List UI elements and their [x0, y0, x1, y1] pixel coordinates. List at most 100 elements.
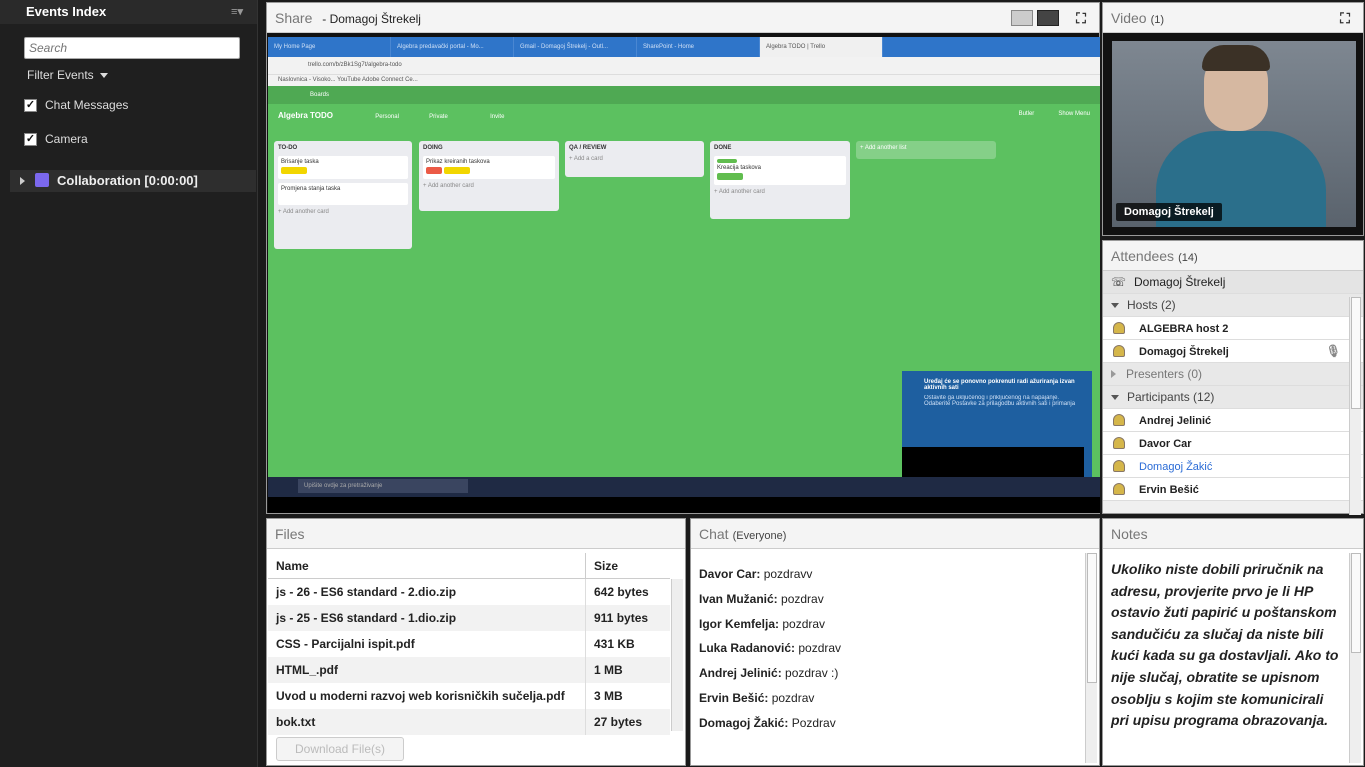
- participant-icon: [1113, 460, 1125, 472]
- notes-text[interactable]: Ukoliko niste dobili priručnik na adresu…: [1111, 559, 1339, 732]
- checkbox-checked-icon[interactable]: ✓: [24, 133, 37, 147]
- list-title: TO-DO: [278, 145, 298, 151]
- file-size: 642 bytes: [594, 585, 649, 599]
- attendee-name: Domagoj Štrekelj: [1139, 346, 1229, 358]
- attendee-row[interactable]: ALGEBRA host 2: [1103, 317, 1363, 340]
- webcam-name-tag: Domagoj Štrekelj: [1116, 203, 1222, 221]
- layout-toggle-icon[interactable]: [1011, 10, 1033, 26]
- column-size[interactable]: Size: [586, 559, 618, 573]
- attendees-scrollbar[interactable]: [1349, 297, 1361, 515]
- search-input[interactable]: [24, 37, 240, 59]
- chat-text: pozdrav: [779, 616, 826, 631]
- scrollbar-thumb[interactable]: [1351, 297, 1361, 409]
- checkbox-checked-icon[interactable]: ✓: [24, 99, 37, 113]
- attendee-row[interactable]: Domagoj Štrekelj 🎙: [1103, 340, 1363, 363]
- events-index-panel: Events Index ≡▾ Filter Events ✓ Chat Mess…: [0, 0, 258, 767]
- file-size: 431 KB: [594, 637, 635, 651]
- layout-toggle-active-icon[interactable]: [1037, 10, 1059, 26]
- me-row[interactable]: ☏ Domagoj Štrekelj: [1103, 271, 1363, 294]
- fullscreen-icon[interactable]: ⛶: [1073, 10, 1089, 26]
- chat-scope[interactable]: (Everyone): [733, 530, 787, 542]
- attendees-header: Attendees (14): [1103, 241, 1363, 271]
- collaboration-event-item[interactable]: Collaboration [0:00:00]: [10, 170, 256, 192]
- taskbar-search: Upišite ovdje za pretraživanje: [298, 479, 468, 493]
- trello-card: Brisanje taska: [278, 156, 408, 179]
- hosts-group[interactable]: Hosts (2): [1103, 294, 1363, 317]
- filter-camera[interactable]: ✓ Camera: [24, 132, 88, 147]
- card-title: Prikaz kreiranih taskova: [426, 159, 490, 165]
- trello-top-bar: Boards: [268, 86, 1100, 104]
- panel-menu-icon[interactable]: ≡▾: [231, 5, 243, 18]
- file-row[interactable]: bok.txt 27 bytes: [268, 709, 670, 735]
- attendee-row[interactable]: Domagoj Žakić: [1103, 455, 1363, 478]
- scrollbar-thumb[interactable]: [1351, 553, 1361, 653]
- board-button: Invite: [490, 114, 505, 120]
- expand-arrow-icon[interactable]: [20, 177, 25, 185]
- download-files-button[interactable]: Download File(s): [276, 737, 404, 761]
- file-size: 3 MB: [594, 689, 623, 703]
- chat-scrollbar[interactable]: [1085, 553, 1097, 763]
- update-notification: Uređaj će se ponovno pokrenuti radi ažur…: [902, 371, 1092, 479]
- participant-icon: [1113, 437, 1125, 449]
- file-name: js - 26 - ES6 standard - 2.dio.zip: [268, 579, 586, 605]
- presenters-group[interactable]: Presenters (0): [1103, 363, 1363, 386]
- trello-list: DOING Prikaz kreiranih taskova + Add ano…: [419, 141, 559, 211]
- chat-message: Igor Kemfelja: pozdrav: [699, 617, 841, 642]
- file-row[interactable]: CSS - Parcijalni ispit.pdf 431 KB: [268, 631, 670, 657]
- card-label: [281, 167, 307, 174]
- presenters-label: Presenters (0): [1126, 367, 1203, 381]
- attendee-name: Davor Car: [1139, 438, 1192, 450]
- trello-card: Promjena stanja taska: [278, 183, 408, 205]
- file-row[interactable]: js - 26 - ES6 standard - 2.dio.zip 642 by…: [268, 579, 670, 605]
- share-header: Share - Domagoj Štrekelj ⛶: [267, 3, 1099, 33]
- webcam-feed: Domagoj Štrekelj: [1112, 41, 1356, 227]
- file-size: 911 bytes: [594, 611, 649, 625]
- browser-tabs: My Home Page Algebra predavački portal -…: [268, 37, 1100, 57]
- windows-taskbar: Upišite ovdje za pretraživanje: [268, 477, 1100, 497]
- file-size: 1 MB: [594, 663, 623, 677]
- attendees-title: Attendees: [1111, 248, 1175, 264]
- fullscreen-icon[interactable]: ⛶: [1337, 10, 1353, 26]
- card-label: [443, 167, 470, 174]
- trello-boards-label: Boards: [310, 92, 330, 98]
- attendee-row[interactable]: Ervin Bešić: [1103, 478, 1363, 501]
- scrollbar-thumb[interactable]: [1087, 553, 1097, 683]
- card-label: [426, 167, 442, 174]
- filter-chat-messages[interactable]: ✓ Chat Messages: [24, 98, 128, 113]
- video-header: Video (1) ⛶: [1103, 3, 1363, 33]
- chat-sender: Domagoj Žakić:: [699, 715, 789, 730]
- trello-card: Kreacija taskova: [714, 156, 846, 185]
- files-scrollbar[interactable]: [671, 579, 683, 731]
- expand-arrow-icon[interactable]: [1111, 370, 1116, 378]
- filter-events-dropdown[interactable]: Filter Events: [27, 68, 108, 82]
- host-icon: [1113, 322, 1125, 334]
- file-row[interactable]: HTML_.pdf 1 MB: [268, 657, 670, 683]
- browser-url-bar: trello.com/b/zBk1Sg7t/algebra-todo: [268, 57, 1100, 74]
- host-icon: [1113, 345, 1125, 357]
- attendee-row[interactable]: Andrej Jelinić: [1103, 409, 1363, 432]
- chat-pod: Chat (Everyone) Davor Car: pozdravv Ivan …: [690, 518, 1100, 766]
- microphone-icon: 🎙: [1325, 344, 1341, 358]
- browser-bookmarks-bar: Naslovnica - Visoko... YouTube Adobe Con…: [268, 74, 1100, 86]
- card-title: Kreacija taskova: [717, 165, 762, 171]
- filter-label: Camera: [45, 132, 88, 146]
- attendee-row[interactable]: Davor Car: [1103, 432, 1363, 455]
- participant-icon: [1113, 414, 1125, 426]
- card-title: Brisanje taska: [281, 159, 319, 165]
- participants-group[interactable]: Participants (12): [1103, 386, 1363, 409]
- notes-scrollbar[interactable]: [1349, 553, 1361, 763]
- share-pod: Share - Domagoj Štrekelj ⛶ My Home Page …: [266, 2, 1100, 514]
- notes-title: Notes: [1111, 526, 1148, 542]
- add-card-link: + Add another card: [714, 189, 765, 195]
- trello-list: QA / REVIEW + Add a card: [565, 141, 704, 177]
- participants-label: Participants (12): [1127, 390, 1215, 404]
- chat-message: Domagoj Žakić: Pozdrav: [699, 716, 841, 741]
- collapse-arrow-icon[interactable]: [1111, 303, 1119, 309]
- file-row[interactable]: js - 25 - ES6 standard - 1.dio.zip 911 by…: [268, 605, 670, 631]
- collapse-arrow-icon[interactable]: [1111, 395, 1119, 401]
- column-name[interactable]: Name: [268, 553, 586, 578]
- add-list-button: + Add another list: [856, 141, 996, 159]
- file-row[interactable]: Uvod u moderni razvoj web korisničkih su…: [268, 683, 670, 709]
- attendees-pod: Attendees (14) ☏ Domagoj Štrekelj Hosts (2…: [1102, 240, 1364, 515]
- filter-events-label: Filter Events: [27, 68, 94, 82]
